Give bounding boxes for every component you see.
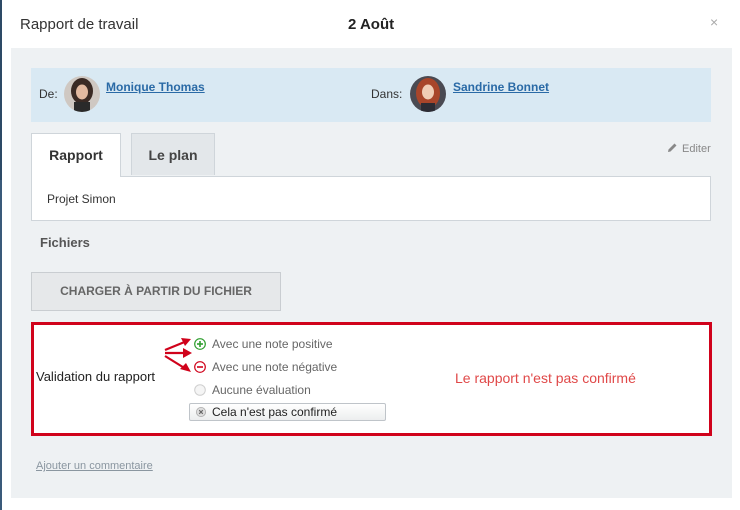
minus-circle-icon <box>194 361 206 373</box>
modal-body: De: Monique Thomas Dans: Sandrine Bonnet… <box>11 48 732 498</box>
plus-circle-icon <box>194 338 206 350</box>
option-negative-note[interactable]: Avec une note négative <box>194 360 337 374</box>
files-heading: Fichiers <box>40 235 90 250</box>
from-label: De: <box>39 87 58 101</box>
option-no-evaluation-label: Aucune évaluation <box>212 383 311 397</box>
pencil-icon <box>668 143 677 152</box>
modal-header: Rapport de travail 2 Août × <box>2 0 740 48</box>
confirmation-status: Le rapport n'est pas confirmé <box>455 370 636 386</box>
to-label: Dans: <box>371 87 403 101</box>
tab-rapport[interactable]: Rapport <box>31 133 121 177</box>
option-positive-label: Avec une note positive <box>212 337 333 351</box>
not-confirmed-label: Cela n'est pas confirmé <box>212 405 338 419</box>
empty-circle-icon <box>194 384 206 396</box>
option-negative-label: Avec une note négative <box>212 360 338 374</box>
to-user-link[interactable]: Sandrine Bonnet <box>453 80 549 94</box>
edit-button[interactable]: Editer <box>667 142 711 155</box>
upload-from-file-button[interactable]: CHARGER À PARTIR DU FICHIER <box>31 272 281 311</box>
work-report-modal: Rapport de travail 2 Août × De: Monique … <box>2 0 740 510</box>
report-date: 2 Août <box>348 16 395 33</box>
tab-le-plan[interactable]: Le plan <box>131 133 215 175</box>
annotation-arrows <box>164 338 192 372</box>
report-content-text: Projet Simon <box>47 192 116 206</box>
avatar-to[interactable] <box>410 76 446 112</box>
option-no-evaluation[interactable]: Aucune évaluation <box>194 383 311 397</box>
add-comment-link[interactable]: Ajouter un commentaire <box>36 460 153 472</box>
validation-label: Validation du rapport <box>36 369 156 384</box>
report-content-box: Projet Simon <box>31 176 711 221</box>
option-positive-note[interactable]: Avec une note positive <box>194 337 333 351</box>
avatar-from[interactable] <box>64 76 100 112</box>
validation-section: Validation du rapport Avec une note posi… <box>31 322 712 436</box>
modal-title: Rapport de travail <box>20 16 139 33</box>
close-icon[interactable]: × <box>710 14 718 30</box>
not-confirmed-button[interactable]: Cela n'est pas confirmé <box>189 403 386 421</box>
close-circle-icon <box>196 407 206 417</box>
from-user-link[interactable]: Monique Thomas <box>106 80 205 94</box>
edit-label: Editer <box>682 143 711 155</box>
people-bar: De: Monique Thomas Dans: Sandrine Bonnet <box>31 68 711 122</box>
